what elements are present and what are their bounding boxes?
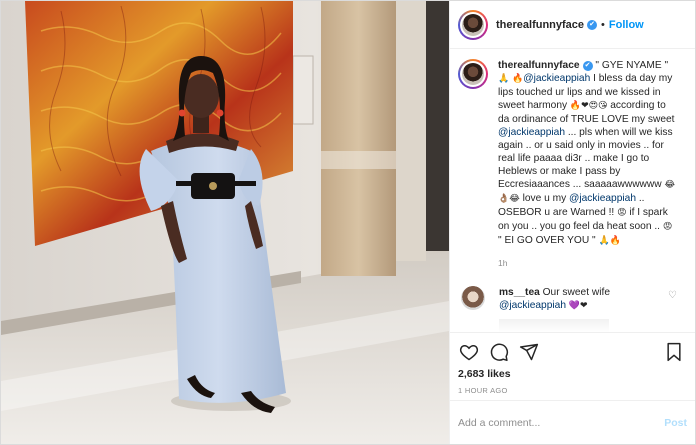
- caption-row: therealfunnyface ✔ " GYE NYAME " 🙏 🔥@jack…: [458, 59, 687, 248]
- caption-avatar[interactable]: [458, 59, 488, 89]
- follow-button[interactable]: Follow: [609, 19, 644, 31]
- commenter-avatar[interactable]: [461, 286, 485, 310]
- share-paper-plane-icon[interactable]: [518, 341, 540, 363]
- comment-bubble-icon[interactable]: [488, 341, 510, 363]
- avatar-ring: [460, 11, 486, 38]
- comment-mention[interactable]: @jackieappiah: [499, 300, 566, 311]
- caption-mention-2[interactable]: @jackieappiah: [498, 127, 565, 138]
- username-link[interactable]: therealfunnyface: [496, 19, 584, 31]
- caption-text: therealfunnyface ✔ " GYE NYAME " 🙏 🔥@jack…: [498, 59, 678, 248]
- actions-bar: 2,683 likes 1 HOUR AGO: [450, 332, 695, 400]
- caption-part5: love u my: [519, 193, 569, 204]
- instagram-post: therealfunnyface ✔ • Follow therealfunny…: [0, 0, 696, 445]
- caption-avatar-image: [462, 63, 484, 85]
- post-side-panel: therealfunnyface ✔ • Follow therealfunny…: [449, 1, 695, 444]
- bookmark-icon[interactable]: [663, 341, 685, 363]
- comments-area[interactable]: therealfunnyface ✔ " GYE NYAME " 🙏 🔥@jack…: [450, 49, 695, 332]
- comment-text: ms__tea Our sweet wife @jackieappiah 💜❤: [499, 286, 659, 313]
- likes-count[interactable]: 2,683 likes: [458, 368, 687, 380]
- caption-emoji-c: 🔥❤😍😘: [569, 101, 608, 111]
- caption-emoji-b: 🔥: [512, 74, 524, 84]
- comment-like-heart-icon[interactable]: ♡: [668, 290, 677, 301]
- comment-body: Our sweet wife: [539, 287, 610, 298]
- action-icons: [458, 341, 687, 363]
- commenter-username[interactable]: ms__tea: [499, 287, 540, 298]
- post-timestamp[interactable]: 1 HOUR AGO: [458, 386, 687, 395]
- caption-mention-1[interactable]: @jackieappiah: [523, 73, 590, 84]
- bookmark-svg: [667, 342, 681, 362]
- caption-emoji-g: 🙏🔥: [598, 236, 621, 246]
- post-comment-button[interactable]: Post: [664, 417, 687, 429]
- share-svg: [519, 343, 539, 361]
- caption-verified-icon: ✔: [582, 61, 593, 71]
- caption-line1: " GYE NYAME ": [595, 60, 669, 71]
- verified-check-icon: ✔: [587, 19, 598, 30]
- comment-bubble-svg: [490, 343, 509, 362]
- caption-part8: " EI GO OVER YOU ": [498, 235, 599, 246]
- caption-emoji-f: 😡: [662, 222, 673, 232]
- like-heart-svg: [459, 344, 479, 361]
- comment-input[interactable]: [458, 416, 665, 429]
- post-header: therealfunnyface ✔ • Follow: [450, 1, 695, 49]
- caption-time[interactable]: 1h: [498, 258, 687, 268]
- photo-illustration: [1, 1, 449, 444]
- caption-username[interactable]: therealfunnyface: [498, 60, 580, 71]
- caption-emoji-a: 🙏: [498, 74, 510, 84]
- separator-dot: •: [601, 18, 605, 31]
- caption-avatar-ring: [460, 61, 486, 87]
- faded-next-comment: [499, 319, 609, 332]
- avatar[interactable]: [458, 9, 488, 40]
- avatar-image: [462, 13, 484, 36]
- comment-emoji: 💜❤: [568, 301, 588, 311]
- like-heart-icon[interactable]: [458, 341, 480, 363]
- post-photo[interactable]: [1, 1, 449, 444]
- caption-mention-3[interactable]: @jackieappiah: [569, 193, 636, 204]
- comment-item: ms__tea Our sweet wife @jackieappiah 💜❤ …: [458, 286, 687, 313]
- add-comment-bar: Post: [450, 400, 695, 444]
